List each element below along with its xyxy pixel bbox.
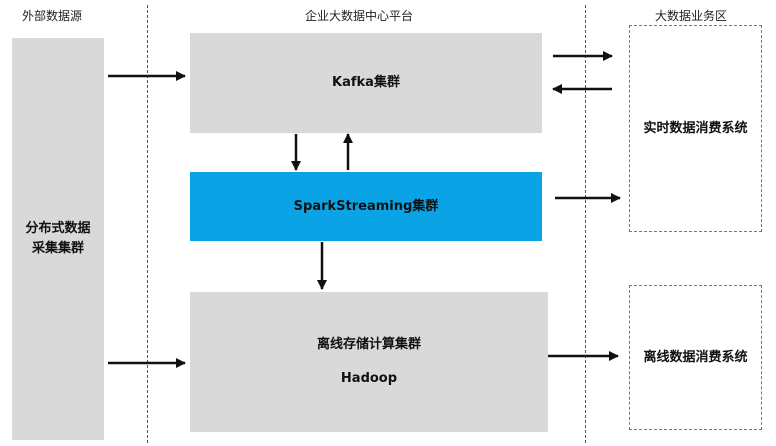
flow-arrows [108,51,621,368]
